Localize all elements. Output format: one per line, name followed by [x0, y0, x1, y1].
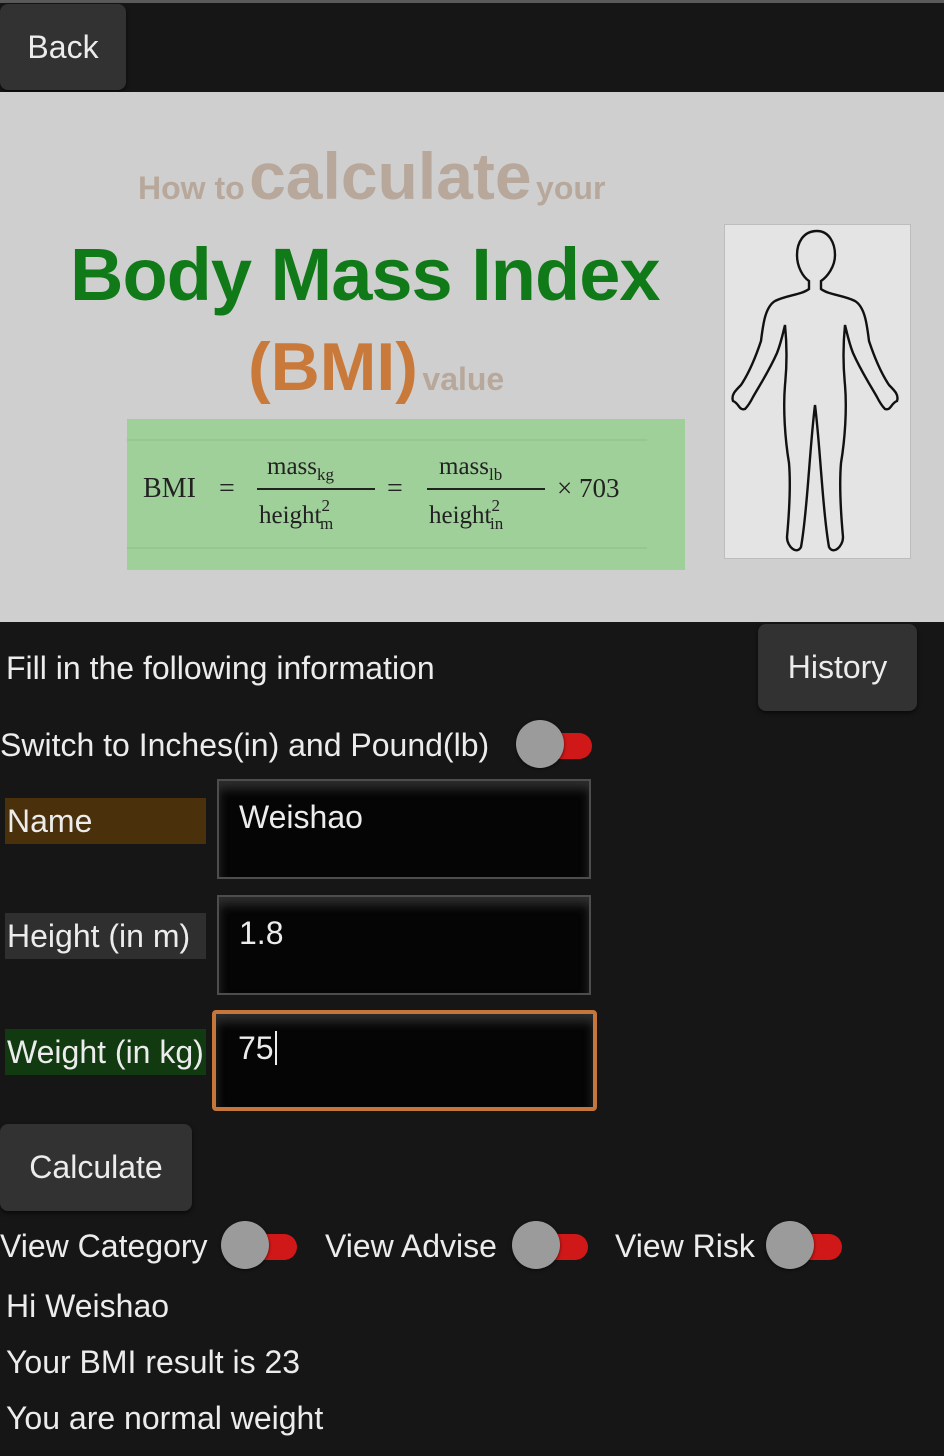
- toggle-thumb: [221, 1221, 269, 1269]
- greeting-text: Hi Weishao: [6, 1288, 170, 1324]
- view-advise-toggle[interactable]: [512, 1221, 588, 1271]
- calculate-button[interactable]: Calculate: [0, 1124, 192, 1211]
- toggle-thumb: [766, 1221, 814, 1269]
- human-silhouette-icon: [724, 224, 911, 559]
- unit-switch-label: Switch to Inches(in) and Pound(lb): [0, 727, 490, 763]
- history-button[interactable]: History: [758, 624, 917, 711]
- bmi-result-prefix: Your BMI result is: [6, 1344, 256, 1380]
- bmi-formula: BMI = masskg height2 m = masslb height2 in…: [127, 419, 685, 570]
- instruction-text: Fill in the following information: [6, 650, 435, 686]
- toggle-thumb: [512, 1221, 560, 1269]
- view-risk-label: View Risk: [615, 1228, 755, 1264]
- view-category-label: View Category: [0, 1228, 208, 1264]
- formula-lhs: BMI: [143, 473, 196, 504]
- text-caret: [274, 1031, 277, 1065]
- height-input[interactable]: 1.8: [217, 895, 591, 995]
- formula-den2: height2 in: [429, 496, 504, 533]
- view-advise-label: View Advise: [325, 1228, 497, 1264]
- weight-input[interactable]: 75: [212, 1010, 597, 1111]
- formula-num2: masslb: [439, 453, 502, 484]
- formula-eq-2: =: [387, 473, 403, 504]
- unit-switch-toggle[interactable]: [516, 720, 592, 770]
- banner-heading-line: How to calculate your: [138, 138, 658, 218]
- bmi-result-value: 23: [264, 1344, 301, 1380]
- name-label: Name: [5, 798, 206, 844]
- formula-den1: height2 m: [259, 496, 333, 533]
- view-risk-toggle[interactable]: [766, 1221, 842, 1271]
- weight-status-text: You are normal weight: [6, 1400, 324, 1436]
- bmi-result-text: Your BMI result is 23: [6, 1344, 300, 1381]
- formula-num1: masskg: [267, 453, 335, 484]
- height-label: Height (in m): [5, 913, 206, 959]
- formula-multiplier: × 703: [557, 473, 619, 503]
- banner-calculate: calculate: [249, 139, 532, 213]
- banner-title: Body Mass Index: [70, 233, 661, 316]
- weight-input-value: 75: [238, 1030, 274, 1066]
- banner-value-word: value: [422, 361, 505, 397]
- banner-your: your: [536, 170, 606, 206]
- name-input[interactable]: Weishao: [217, 779, 591, 879]
- header-bar: [0, 3, 944, 92]
- banner-bmi-line: (BMI) value: [248, 328, 548, 406]
- weight-label: Weight (in kg): [5, 1029, 206, 1075]
- back-button[interactable]: Back: [0, 4, 126, 90]
- formula-eq-1: =: [219, 473, 235, 504]
- banner-how-to: How to: [138, 170, 245, 206]
- view-category-toggle[interactable]: [221, 1221, 297, 1271]
- toggle-thumb: [516, 720, 564, 768]
- banner-bmi-abbr: (BMI): [248, 329, 418, 405]
